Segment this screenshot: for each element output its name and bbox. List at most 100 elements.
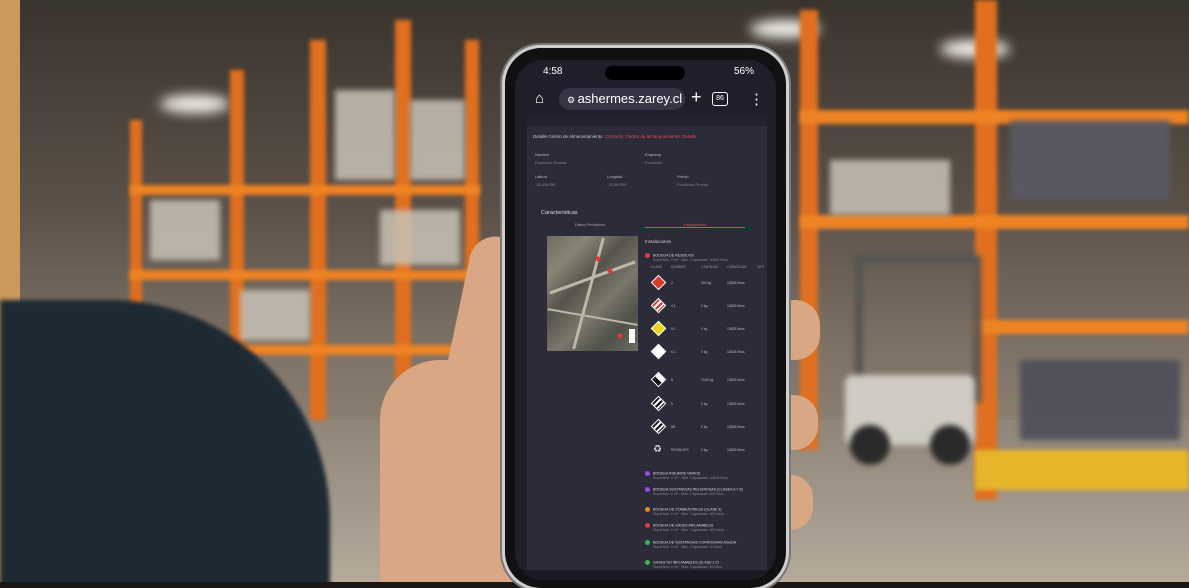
browser-toolbar: ⌂ ⚙ ashermes.zarey.cl + 86 ⋮ [515, 82, 776, 114]
map-pin-icon[interactable]: ◆ [617, 331, 623, 340]
warehouse-status-icon [645, 487, 650, 492]
rack-beam [130, 270, 480, 280]
cell-cantidad: 0 kg [701, 448, 708, 452]
map-pin-icon[interactable]: ◆ [595, 254, 601, 263]
table-row: ♻ RESIDUOS 0 kg 10825 litros [649, 442, 767, 458]
field-label: Predio [677, 174, 689, 179]
warehouse-status-icon [645, 253, 650, 258]
pallet-box [1010, 120, 1170, 200]
warehouse-meta: Superficie: 0 m² · Máx. Capacidad: 40 li… [653, 565, 722, 569]
warehouse-name: BODEGA DE SUSTANCIAS CORROSIVAS AGUDA [653, 540, 737, 545]
warehouse-item[interactable]: BODEGA INSUMOS VARIOS Superficie: 0 m² ·… [645, 471, 728, 480]
rack-beam [975, 450, 1189, 490]
pallet-box [150, 200, 220, 260]
warehouse-item[interactable]: BODEGA DE COMBUSTIBLES (CLASE 3) Superfi… [645, 507, 724, 516]
table-row: 2 300 kg 10825 litros [649, 274, 767, 291]
warehouse-status-icon [645, 507, 650, 512]
field-label: Nombre [535, 152, 550, 157]
cell-clase: 8 [671, 378, 673, 382]
status-time: 4:58 [543, 66, 563, 77]
warehouse-item[interactable]: BODEGA SUSTANCIAS PELIGROSAS (CLASES 6 Y… [645, 487, 743, 496]
pallet-box [1020, 360, 1180, 440]
col-header: CLASE [651, 265, 663, 269]
status-bar: 4:58 56% [515, 60, 776, 82]
smartphone: 4:58 56% ⌂ ⚙ ashermes.zarey.cl + 86 ⋮ De… [505, 48, 786, 588]
map-pin-icon[interactable]: ◆ [607, 266, 613, 275]
warehouse-item[interactable]: BODEGA DE RESIDUOS Superficie: 0 m² · Má… [645, 253, 728, 262]
field-predio: Predio Fundición Prueba [677, 174, 708, 187]
warehouse-item[interactable]: GASES NO INFLAMABLES (CLASE 2.2) Superfi… [645, 560, 722, 569]
url-text: ashermes.zarey.cl [577, 91, 683, 106]
cell-clase: 6.1 [671, 350, 676, 354]
cell-clase: 9B [671, 425, 676, 429]
field-value: -33.456789 [535, 182, 556, 187]
home-icon[interactable]: ⌂ [535, 90, 544, 107]
field-label: Empresa [645, 152, 662, 157]
table-row: 8 2000 kg 10825 litros [649, 371, 767, 388]
field-value: Fundición Prueba [677, 182, 709, 187]
characteristics-title: Características [541, 210, 578, 216]
warehouse-status-icon [645, 560, 650, 565]
tab-count-button[interactable]: 86 [712, 92, 728, 106]
ceiling-light [160, 95, 230, 113]
map-zoom-control[interactable] [629, 329, 635, 343]
cell-cantidad: 300 kg [701, 281, 712, 285]
pallet-box [830, 160, 950, 215]
breadcrumb-link[interactable]: Detalle [682, 134, 696, 139]
rack-beam [975, 320, 1189, 334]
cell-cantidad: 0 kg [701, 327, 708, 331]
kebab-menu-icon[interactable]: ⋮ [749, 90, 764, 108]
warehouse-meta: Superficie: 0 m² · Máx. Capacidad: 10825… [653, 258, 728, 262]
warehouse-name: BODEGA SUSTANCIAS PELIGROSAS (CLASES 6 Y… [653, 487, 743, 492]
plus-icon[interactable]: + [691, 87, 702, 108]
pallet-box [240, 290, 310, 340]
field-latitud: Latitud -33.456789 [535, 174, 555, 187]
tune-icon[interactable]: ⚙ [567, 95, 578, 105]
warehouse-meta: Superficie: 0 m² · Máx. Capacidad: 400 l… [653, 492, 724, 496]
pallet-box [380, 210, 460, 265]
cell-capacidad: 10825 litros [727, 378, 745, 382]
installations-title: Instalaciones [645, 239, 672, 244]
field-longitud: Longitud -70.667891 [607, 174, 627, 187]
breadcrumb-link[interactable]: Contacto [605, 134, 623, 139]
cell-clase: 9 [671, 402, 673, 406]
cell-clase: 5.1 [671, 327, 676, 331]
cell-capacidad: 10825 litros [727, 402, 745, 406]
warehouse-item[interactable]: BODEGA DE SUSTANCIAS CORROSIVAS AGUDA Su… [645, 540, 736, 549]
tab-instalaciones[interactable]: Instalaciones [645, 222, 745, 228]
web-page: Detalle Centro de Almacenamiento Contact… [527, 116, 767, 580]
breadcrumb: Detalle Centro de Almacenamiento Contact… [527, 126, 767, 141]
table-row: 4.1 0 kg 10825 litros [649, 297, 767, 314]
cell-clase: 4.1 [671, 304, 676, 308]
cell-capacidad: 10825 litros [727, 304, 745, 308]
col-header: CAPACIDAD [727, 265, 747, 269]
table-row: 6.1 0 kg 10825 litros [649, 343, 767, 360]
warehouse-item[interactable]: BODEGA DE GASES INFLAMABLES Superficie: … [645, 523, 724, 532]
field-value: Fundición [645, 160, 663, 165]
field-label: Longitud [607, 174, 623, 179]
cell-cantidad: 0 kg [701, 402, 708, 406]
rack-beam [130, 185, 480, 195]
phone-screen: 4:58 56% ⌂ ⚙ ashermes.zarey.cl + 86 ⋮ De… [515, 60, 776, 580]
warehouse-meta: Superficie: 0 m² · Máx. Capacidad: 10825… [653, 476, 728, 480]
cell-cantidad: 0 kg [701, 350, 708, 354]
rack-post [310, 40, 326, 420]
rack-post [800, 10, 818, 450]
breadcrumb-link[interactable]: Centro de almacenamiento [626, 134, 680, 139]
warehouse-status-icon [645, 523, 650, 528]
tab-datos-periodicos[interactable]: Datos Periódicos [575, 222, 605, 227]
col-header: VER [757, 265, 764, 269]
breadcrumb-title: Detalle Centro de Almacenamiento [533, 134, 603, 139]
field-value: Fundición Prueba [535, 160, 567, 165]
warehouse-name: BODEGA INSUMOS VARIOS [653, 471, 701, 476]
col-header: CANTIDAD [701, 265, 719, 269]
cell-capacidad: 10825 litros [727, 327, 745, 331]
camera-notch [605, 66, 685, 80]
warehouse-status-icon [645, 471, 650, 476]
hazard-misc-icon [650, 418, 667, 435]
address-bar[interactable]: ⚙ ashermes.zarey.cl [559, 88, 685, 110]
cell-cantidad: 0 kg [701, 304, 708, 308]
warehouse-name: BODEGA DE GASES INFLAMABLES [653, 523, 714, 528]
satellite-map[interactable]: ◆ ◆ ◆ [547, 236, 638, 351]
warehouse-name: GASES NO INFLAMABLES (CLASE 2.2) [653, 560, 719, 565]
